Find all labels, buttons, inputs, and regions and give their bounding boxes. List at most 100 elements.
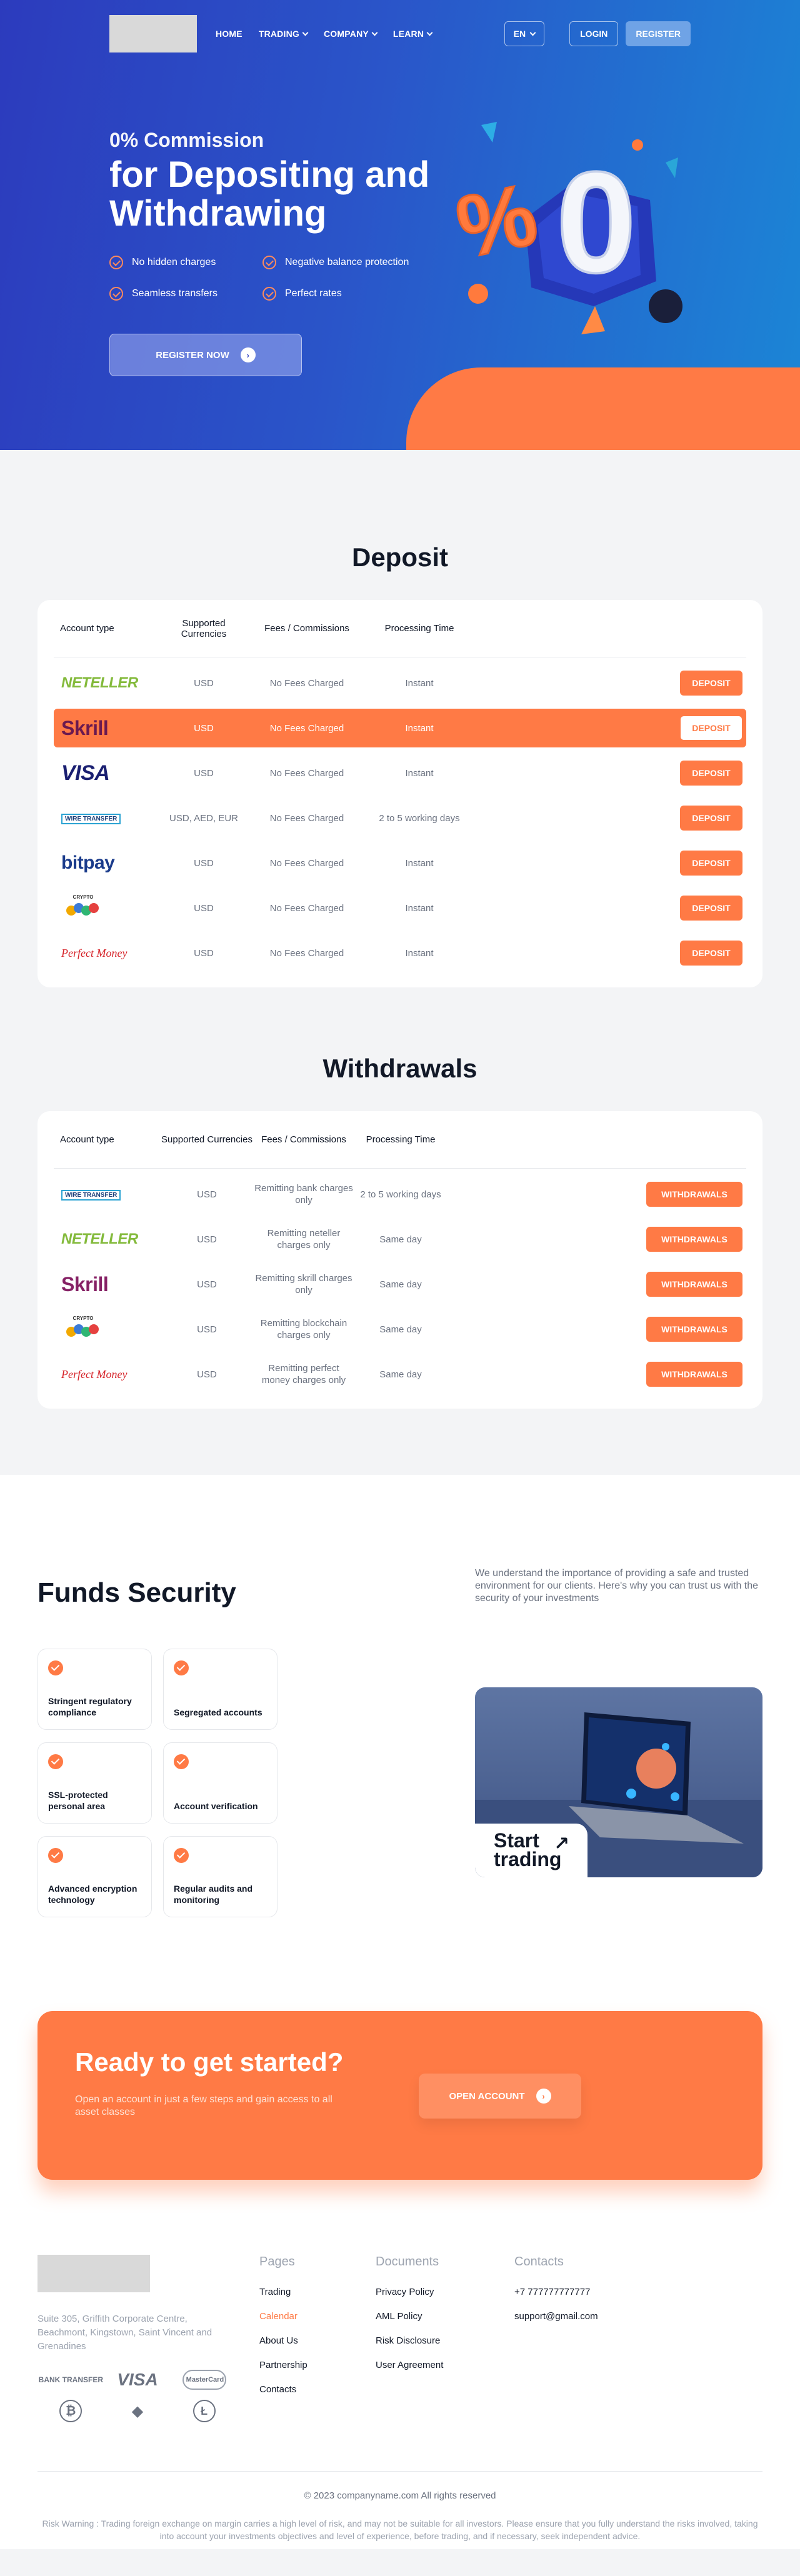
cell-time: Same day [379, 1234, 422, 1245]
deposit-button[interactable]: DEPOSIT [680, 716, 742, 741]
withdrawals-button[interactable]: WITHDRAWALS [646, 1362, 742, 1387]
footer-email[interactable]: support@gmail.com [514, 2311, 631, 2322]
footer-link-agreement[interactable]: User Agreement [376, 2360, 514, 2370]
risk-warning: Risk Warning : Trading foreign exchange … [42, 2519, 758, 2541]
footer-link-trading[interactable]: Trading [259, 2287, 376, 2297]
footer-link-privacy[interactable]: Privacy Policy [376, 2287, 514, 2297]
check-circle-icon [109, 256, 123, 269]
header-fees: Fees / Commissions [264, 623, 349, 634]
cell-time: Instant [405, 857, 434, 869]
get-started-banner: Ready to get started? Open an account in… [38, 2011, 762, 2180]
footer-link-contacts[interactable]: Contacts [259, 2384, 376, 2395]
cell-currency: USD [194, 902, 214, 914]
feature-item: No hidden charges [109, 256, 262, 269]
logo-placeholder[interactable] [109, 15, 197, 52]
nav-company[interactable]: COMPANY [324, 29, 378, 39]
nav-home[interactable]: HOME [216, 29, 242, 39]
shape-triangle-teal [481, 122, 497, 142]
register-button[interactable]: REGISTER [626, 21, 691, 46]
deposit-table: Account type Supported Currencies Fees /… [38, 600, 762, 987]
cell-fees: No Fees Charged [269, 947, 344, 959]
nav-home-label: HOME [216, 29, 242, 39]
footer-contacts: Contacts +7 777777777777 support@gmail.c… [514, 2255, 631, 2422]
deposit-button[interactable]: DEPOSIT [680, 896, 742, 921]
cell-time: Instant [405, 722, 434, 734]
withdrawals-button[interactable]: WITHDRAWALS [646, 1272, 742, 1297]
cell-time: Same day [379, 1369, 422, 1380]
language-select[interactable]: EN [504, 21, 545, 46]
withdrawals-button[interactable]: WITHDRAWALS [646, 1317, 742, 1342]
cell-fees: No Fees Charged [269, 812, 344, 824]
footer-pages: Pages Trading Calendar About Us Partners… [259, 2255, 376, 2422]
footer-link-calendar[interactable]: Calendar [259, 2311, 376, 2322]
register-now-label: REGISTER NOW [156, 349, 229, 361]
orb [626, 1789, 636, 1799]
footer-logo-placeholder[interactable] [38, 2255, 150, 2292]
table-header: Account type Supported Currencies Fees /… [54, 1111, 746, 1169]
neteller-logo: NETELLER [61, 674, 138, 691]
cell-time: Same day [379, 1279, 422, 1290]
check-circle-icon [109, 287, 123, 301]
hero-features: No hidden charges Negative balance prote… [109, 256, 459, 301]
nav-learn[interactable]: LEARN [392, 29, 433, 39]
nav-right: EN LOGIN REGISTER [504, 21, 691, 46]
coin-icon [89, 903, 99, 913]
footer-link-aml[interactable]: AML Policy [376, 2311, 514, 2322]
arrow-up-right-icon: ↗ [554, 1834, 570, 1854]
deposit-button[interactable]: DEPOSIT [680, 941, 742, 966]
cell-currency: USD [194, 722, 214, 734]
footer-link-risk[interactable]: Risk Disclosure [376, 2335, 514, 2346]
withdrawals-section: Withdrawals Account type Supported Curre… [38, 987, 762, 1409]
start-trading-label[interactable]: Start trading ↗ [475, 1824, 588, 1877]
shape-ball-orange [468, 284, 488, 304]
wire-transfer-logo: WIRE TRANSFER [61, 813, 121, 824]
chevron-down-icon [371, 29, 378, 36]
table-row: CRYPTO USD Remitting blockchain charges … [54, 1310, 746, 1349]
register-now-button[interactable]: REGISTER NOW › [109, 334, 302, 376]
shape-cone [581, 306, 605, 334]
cell-fees: Remitting skrill charges only [255, 1273, 352, 1295]
start-trading-card[interactable]: Start trading ↗ [475, 1687, 762, 1877]
deposit-button[interactable]: DEPOSIT [680, 851, 742, 876]
withdrawals-button[interactable]: WITHDRAWALS [646, 1182, 742, 1207]
check-circle-icon [48, 1660, 63, 1675]
cell-time: 2 to 5 working days [360, 1189, 441, 1200]
security-card-label: SSL-protected personal area [48, 1790, 108, 1811]
withdrawals-button[interactable]: WITHDRAWALS [646, 1227, 742, 1252]
table-row: NETELLER USD Remitting neteller charges … [54, 1220, 746, 1259]
cell-time: Instant [405, 767, 434, 779]
cell-time: 2 to 5 working days [379, 812, 460, 824]
security-card: Segregated accounts [163, 1649, 278, 1730]
check-circle-icon [262, 287, 276, 301]
cell-fees: Remitting bank charges only [254, 1183, 353, 1206]
cell-currency: USD [197, 1234, 217, 1245]
login-button[interactable]: LOGIN [569, 21, 619, 46]
cell-fees: No Fees Charged [269, 767, 344, 779]
header-account-type: Account type [60, 1134, 114, 1145]
footer: Suite 305, Griffith Corporate Centre, Be… [0, 2180, 800, 2549]
cell-currency: USD [197, 1324, 217, 1335]
open-account-button[interactable]: OPEN ACCOUNT › [419, 2074, 581, 2119]
zero-percent-illustration: 0 % [450, 122, 682, 334]
nav-learn-label: LEARN [392, 29, 424, 39]
deposit-button[interactable]: DEPOSIT [680, 671, 742, 696]
security-card-label: Segregated accounts [174, 1707, 262, 1717]
deposit-button[interactable]: DEPOSIT [680, 761, 742, 786]
table-row: bitpay USD No Fees Charged Instant DEPOS… [54, 844, 746, 882]
header-currencies: Supported Currencies [161, 1134, 252, 1145]
payment-icons: BANK TRANSFER VISA MasterCard ₿ ◆ Ł [38, 2370, 238, 2422]
perfect-money-logo: Perfect Money [61, 1367, 128, 1380]
footer-link-partnership[interactable]: Partnership [259, 2360, 376, 2370]
deposit-button[interactable]: DEPOSIT [680, 806, 742, 831]
header-processing: Processing Time [384, 623, 454, 634]
footer-phone[interactable]: +7 777777777777 [514, 2287, 631, 2297]
hero-subtitle: 0% Commission [109, 129, 264, 151]
footer-link-about[interactable]: About Us [259, 2335, 376, 2346]
cell-time: Same day [379, 1324, 422, 1335]
withdrawals-title: Withdrawals [322, 1054, 478, 1083]
feature-item: Seamless transfers [109, 287, 262, 301]
cta-title: Ready to get started? [75, 2047, 344, 2077]
visa-logo: VISA [61, 761, 110, 785]
table-row: CRYPTO USD No Fees Charged Instant DEPOS… [54, 889, 746, 927]
nav-trading[interactable]: TRADING [259, 29, 309, 39]
